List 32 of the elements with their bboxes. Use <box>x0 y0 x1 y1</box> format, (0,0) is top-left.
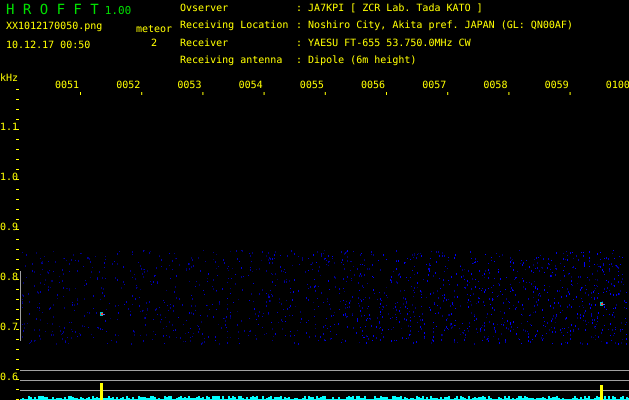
info-value: : Noshiro City, Akita pref. JAPAN (GL: QN00AF) <box>296 20 573 34</box>
time-label: 0100 <box>606 80 629 92</box>
axis-label: 0.8 <box>0 272 18 284</box>
axis-label: 0.6 <box>0 372 18 384</box>
time-label: 0053 <box>177 80 202 92</box>
axis-label: 0.9 <box>0 222 18 234</box>
meteor-label: meteor <box>134 23 174 37</box>
app-title: H R O F F T <box>6 2 99 18</box>
info-label: Receiver <box>180 38 230 50</box>
info-label: Receiving antenna <box>180 54 284 68</box>
meteor-echo-mark <box>100 312 105 316</box>
axis-label: 0.7 <box>0 322 18 334</box>
axis-unit: kHz <box>0 73 18 84</box>
info-label: Receiving Location <box>180 20 290 34</box>
info-label: Ovserver <box>180 3 230 16</box>
date-time: 10.12.17 00:50 <box>6 40 92 51</box>
info-value: : YAESU FT-655 53.750.0MHz CW <box>296 38 472 50</box>
time-label: 0058 <box>483 80 508 92</box>
time-label: 0051 <box>55 80 80 92</box>
meteor-count: 2 <box>150 37 158 51</box>
time-label: 0052 <box>116 80 140 92</box>
file-name: XX1012170050.png <box>6 21 104 32</box>
time-label: 0056 <box>361 80 386 92</box>
time-label: 0054 <box>238 80 263 92</box>
info-value: : JA7KPI [ ZCR Lab. Tada KATO ] <box>296 3 484 16</box>
time-label: 0059 <box>544 80 569 92</box>
version-label: 1.00 <box>104 4 132 17</box>
time-label: 0055 <box>300 80 324 92</box>
axis-label: 1.0 <box>0 172 18 184</box>
info-value: : Dipole (6m height) <box>296 54 418 68</box>
time-label: 0057 <box>422 80 446 92</box>
meteor-echo-mark <box>600 302 605 306</box>
